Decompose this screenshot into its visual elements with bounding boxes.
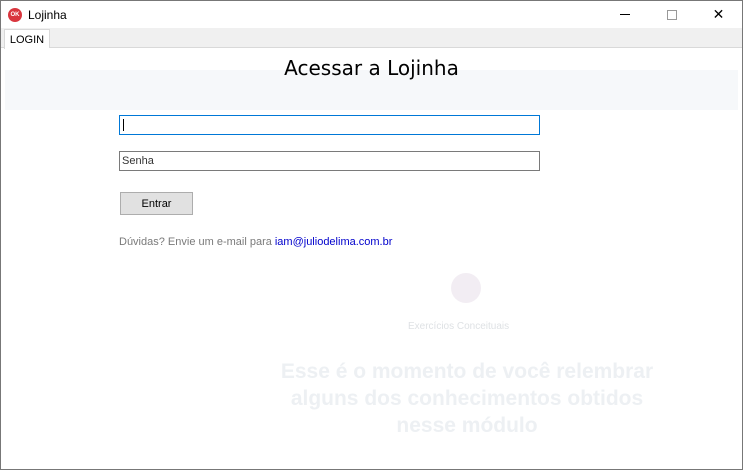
page-title: Acessar a Lojinha — [284, 56, 459, 80]
help-text: Dúvidas? Envie um e-mail para iam@juliode… — [119, 236, 392, 248]
password-placeholder: Senha — [122, 155, 154, 167]
ghost-caption: Exercícios Conceituais — [408, 321, 510, 332]
minimize-button[interactable] — [601, 1, 648, 28]
help-email-link[interactable]: iam@juliodelima.com.br — [275, 236, 393, 248]
tab-login[interactable]: LOGIN — [4, 29, 50, 49]
window-controls: ✕ — [601, 1, 742, 28]
window-title: Lojinha — [28, 7, 67, 22]
help-label: Dúvidas? Envie um e-mail para — [119, 236, 272, 248]
close-button[interactable]: ✕ — [695, 1, 742, 28]
ghost-message: Esse é o momento de você relembrar algun… — [280, 360, 654, 437]
username-field[interactable] — [119, 115, 540, 135]
minimize-icon — [619, 14, 630, 15]
maximize-button[interactable] — [648, 1, 695, 28]
ghost-badge-icon — [451, 273, 481, 303]
login-panel: Exercícios Conceituais Esse é o momento … — [5, 48, 738, 465]
title-bar: OK Lojinha ✕ — [1, 1, 742, 28]
close-icon: ✕ — [712, 6, 725, 22]
tab-strip: LOGIN — [1, 28, 742, 49]
text-caret — [123, 119, 124, 132]
app-window: OK Lojinha ✕ LOGIN Exercícios Conceituai… — [0, 0, 743, 470]
password-field[interactable]: Senha — [119, 151, 540, 171]
login-button[interactable]: Entrar — [120, 192, 193, 215]
maximize-icon — [666, 9, 677, 20]
app-icon: OK — [8, 7, 22, 22]
